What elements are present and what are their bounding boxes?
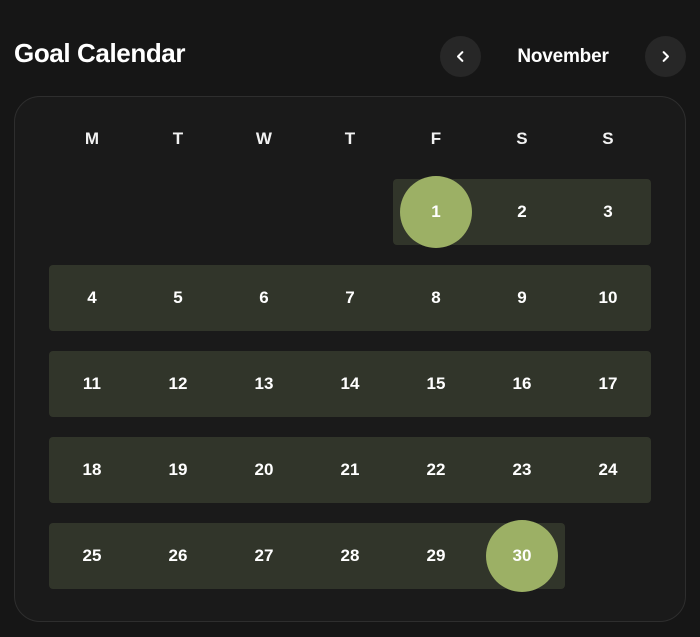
day-number: 30 — [512, 546, 532, 565]
day-cell[interactable]: 9 — [479, 265, 565, 331]
day-cell-empty — [221, 179, 307, 245]
weekday-label: M — [84, 129, 100, 148]
calendar-week-row: 18 19 20 21 22 23 24 — [49, 437, 651, 503]
day-number: 22 — [426, 460, 446, 479]
day-number: 17 — [598, 374, 618, 393]
day-number: 13 — [254, 374, 274, 393]
day-number: 4 — [87, 288, 97, 307]
day-cell[interactable]: 10 — [565, 265, 651, 331]
day-cell[interactable]: 8 — [393, 265, 479, 331]
day-number: 6 — [259, 288, 269, 307]
day-cell[interactable]: 5 — [135, 265, 221, 331]
day-number: 25 — [82, 546, 102, 565]
weekday-label: S — [602, 129, 614, 148]
day-number: 10 — [598, 288, 618, 307]
weekday-header-row: MTWTFSS — [49, 129, 651, 149]
calendar-card: MTWTFSS 1 2 3 4 5 6 7 8 9 10 11 12 13 14 15 16 17 18 19 20 2… — [14, 96, 686, 622]
day-cell[interactable]: 6 — [221, 265, 307, 331]
day-number: 28 — [340, 546, 360, 565]
day-cell[interactable]: 17 — [565, 351, 651, 417]
previous-month-button[interactable] — [440, 36, 481, 77]
calendar-weeks: 1 2 3 4 5 6 7 8 9 10 11 12 13 14 15 16 17 18 19 20 21 22 23 24 2… — [49, 176, 651, 592]
day-cell[interactable]: 16 — [479, 351, 565, 417]
day-cell[interactable]: 13 — [221, 351, 307, 417]
day-number: 7 — [345, 288, 355, 307]
current-month-label: November — [517, 45, 609, 67]
day-cell[interactable]: 11 — [49, 351, 135, 417]
page-title: Goal Calendar — [14, 38, 186, 68]
day-cell[interactable]: 15 — [393, 351, 479, 417]
day-cell[interactable]: 18 — [49, 437, 135, 503]
day-cell[interactable]: 26 — [135, 523, 221, 589]
calendar-header: Goal Calendar November — [0, 0, 700, 96]
day-number: 8 — [431, 288, 441, 307]
goal-calendar-app: Goal Calendar November M T W T F S S 1 2 3 4 5… — [0, 0, 700, 637]
day-cell[interactable]: 12 — [135, 351, 221, 417]
day-cell[interactable]: 4 — [49, 265, 135, 331]
day-number: 21 — [340, 460, 360, 479]
weekday-label: F — [430, 129, 442, 148]
weekday-label: W — [255, 129, 273, 148]
day-cell[interactable]: 22 — [393, 437, 479, 503]
day-number: 20 — [254, 460, 274, 479]
day-cell[interactable]: 23 — [479, 437, 565, 503]
day-cell[interactable]: 1 — [393, 176, 479, 248]
day-cell[interactable]: 29 — [393, 523, 479, 589]
month-navigation: November — [440, 36, 686, 77]
day-cell[interactable]: 25 — [49, 523, 135, 589]
calendar-week-row: 4 5 6 7 8 9 10 — [49, 265, 651, 331]
day-cell[interactable]: 21 — [307, 437, 393, 503]
day-number: 16 — [512, 374, 532, 393]
chevron-right-icon — [658, 49, 673, 64]
day-number: 9 — [517, 288, 527, 307]
day-cell[interactable]: 24 — [565, 437, 651, 503]
weekday-label: T — [172, 129, 184, 148]
day-number: 18 — [82, 460, 102, 479]
day-number: 29 — [426, 546, 446, 565]
day-cell-empty — [307, 179, 393, 245]
day-number: 3 — [603, 202, 613, 221]
calendar-week-row: 25 26 27 28 29 30 — [49, 520, 651, 592]
day-cell[interactable]: 30 — [479, 520, 565, 592]
day-number: 12 — [168, 374, 188, 393]
day-number: 24 — [598, 460, 618, 479]
day-number: 27 — [254, 546, 274, 565]
day-number: 11 — [82, 374, 102, 393]
day-number: 23 — [512, 460, 532, 479]
day-cell[interactable]: 28 — [307, 523, 393, 589]
next-month-button[interactable] — [645, 36, 686, 77]
day-cell[interactable]: 2 — [479, 179, 565, 245]
day-number: 2 — [517, 202, 527, 221]
day-cell-empty — [565, 523, 651, 589]
day-number: 19 — [168, 460, 188, 479]
day-cell[interactable]: 27 — [221, 523, 307, 589]
day-number: 14 — [340, 374, 360, 393]
day-cell[interactable]: 19 — [135, 437, 221, 503]
calendar-week-row: 1 2 3 — [49, 176, 651, 248]
day-number: 26 — [168, 546, 188, 565]
weekday-label: S — [516, 129, 528, 148]
weekday-label: T — [344, 129, 356, 148]
day-cell-empty — [49, 179, 135, 245]
day-cell[interactable]: 14 — [307, 351, 393, 417]
day-cell[interactable]: 7 — [307, 265, 393, 331]
day-cell[interactable]: 3 — [565, 179, 651, 245]
chevron-left-icon — [453, 49, 468, 64]
calendar-week-row: 11 12 13 14 15 16 17 — [49, 351, 651, 417]
day-number: 1 — [431, 202, 441, 221]
day-cell-empty — [135, 179, 221, 245]
day-number: 15 — [426, 374, 446, 393]
day-cell[interactable]: 20 — [221, 437, 307, 503]
day-number: 5 — [173, 288, 183, 307]
